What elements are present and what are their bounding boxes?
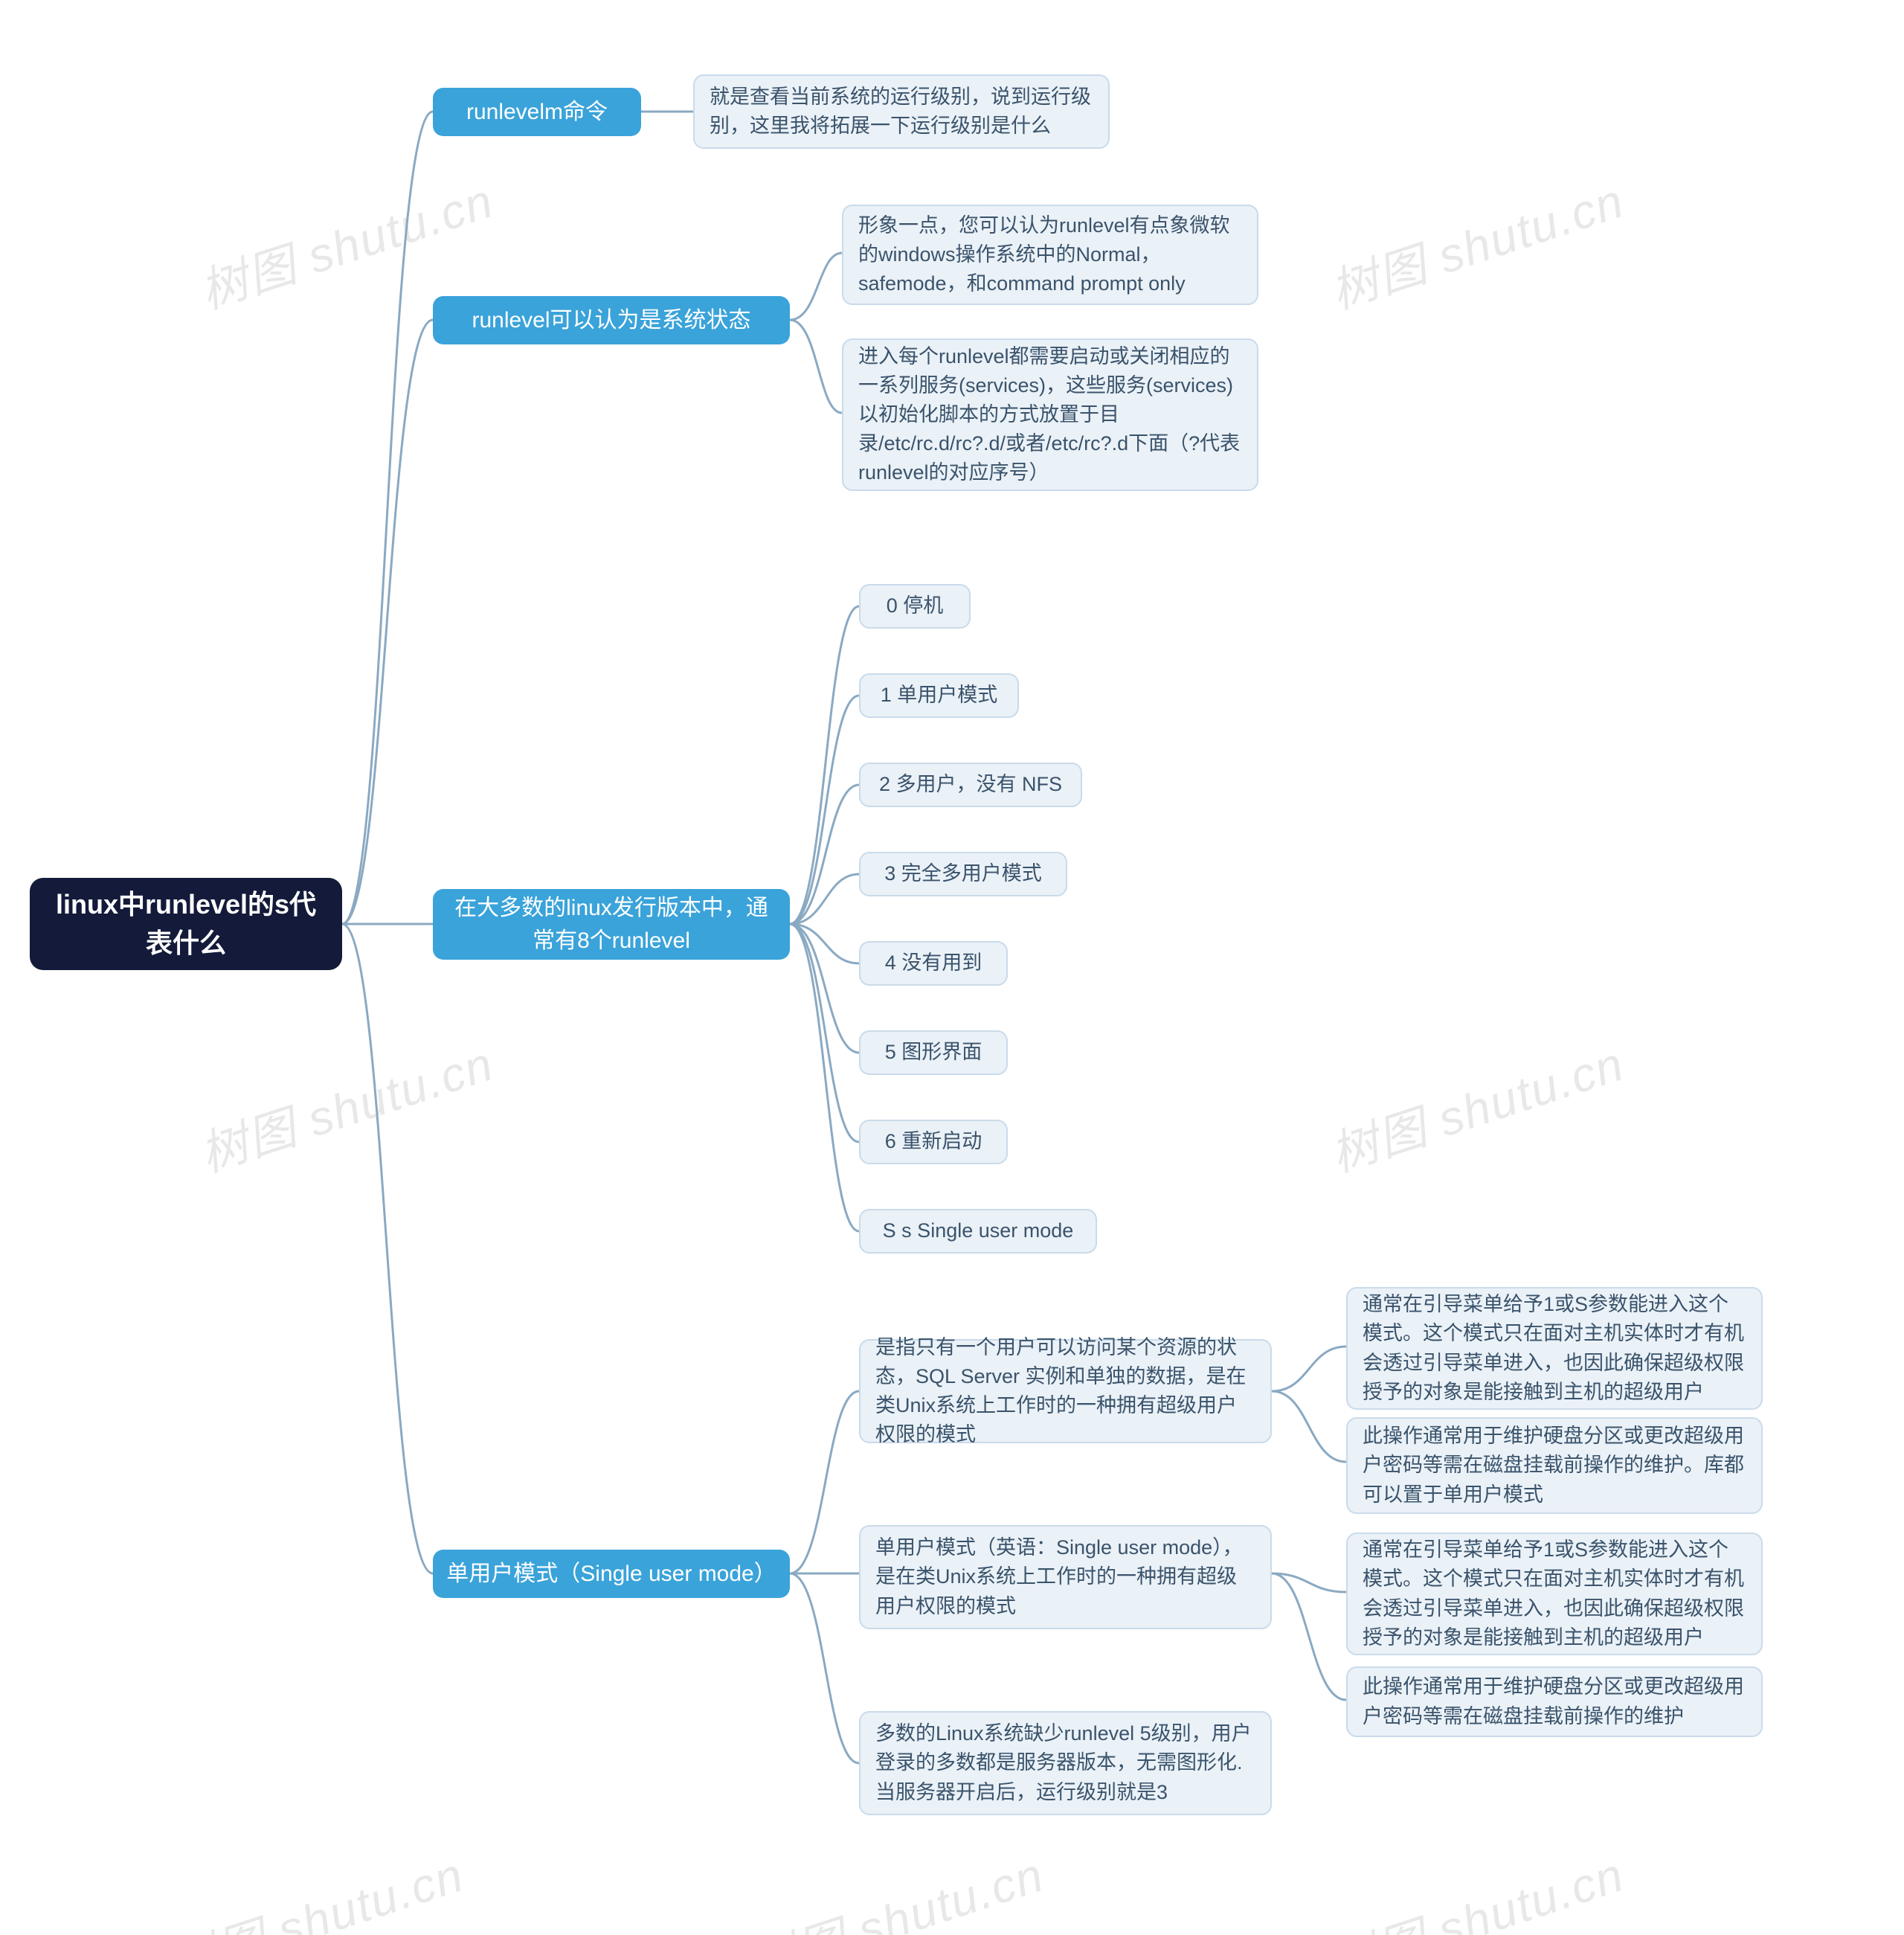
leaf-sum-unix-boot: 通常在引导菜单给予1或S参数能进入这个模式。这个模式只在面对主机实体时才有机会透… bbox=[1346, 1533, 1763, 1655]
leaf-state-services: 进入每个runlevel都需要启动或关闭相应的一系列服务(services)，这… bbox=[842, 338, 1258, 491]
leaf-rls: S s Single user mode bbox=[859, 1209, 1097, 1254]
root-node[interactable]: linux中runlevel的s代表什么 bbox=[30, 878, 342, 970]
watermark: 树图 shutu.cn bbox=[161, 1837, 472, 1935]
branch-8-runlevels[interactable]: 在大多数的linux发行版本中，通常有8个runlevel bbox=[433, 889, 790, 960]
watermark: 树图 shutu.cn bbox=[741, 1837, 1052, 1935]
leaf-rl0: 0 停机 bbox=[859, 584, 971, 629]
watermark: 树图 shutu.cn bbox=[1321, 1837, 1632, 1935]
mindmap-canvas: 树图 shutu.cn 树图 shutu.cn 树图 shutu.cn 树图 s… bbox=[0, 0, 1904, 1935]
branch-runlevel-state[interactable]: runlevel可以认为是系统状态 bbox=[433, 296, 790, 344]
watermark: 树图 shutu.cn bbox=[1321, 163, 1632, 322]
leaf-sum-sql: 是指只有一个用户可以访问某个资源的状态，SQL Server 实例和单独的数据，… bbox=[859, 1339, 1272, 1443]
leaf-rl1: 1 单用户模式 bbox=[859, 673, 1019, 718]
branch-single-user-mode[interactable]: 单用户模式（Single user mode） bbox=[433, 1550, 790, 1598]
leaf-sum-unix: 单用户模式（英语：Single user mode），是在类Unix系统上工作时… bbox=[859, 1525, 1272, 1629]
leaf-rl3: 3 完全多用户模式 bbox=[859, 852, 1067, 896]
watermark: 树图 shutu.cn bbox=[1321, 1026, 1632, 1185]
leaf-sum-rl5: 多数的Linux系统缺少runlevel 5级别，用户登录的多数都是服务器版本，… bbox=[859, 1711, 1272, 1815]
leaf-sum-sql-maint: 此操作通常用于维护硬盘分区或更改超级用户密码等需在磁盘挂载前操作的维护。库都可以… bbox=[1346, 1417, 1763, 1514]
leaf-sum-unix-maint: 此操作通常用于维护硬盘分区或更改超级用户密码等需在磁盘挂载前操作的维护 bbox=[1346, 1666, 1763, 1737]
leaf-state-windows: 形象一点，您可以认为runlevel有点象微软的windows操作系统中的Nor… bbox=[842, 205, 1258, 305]
watermark: 树图 shutu.cn bbox=[190, 1026, 501, 1185]
leaf-rl5: 5 图形界面 bbox=[859, 1030, 1008, 1075]
leaf-sum-sql-boot: 通常在引导菜单给予1或S参数能进入这个模式。这个模式只在面对主机实体时才有机会透… bbox=[1346, 1287, 1763, 1410]
leaf-rl6: 6 重新启动 bbox=[859, 1120, 1008, 1164]
leaf-rl4: 4 没有用到 bbox=[859, 941, 1008, 986]
leaf-runlevelm-desc: 就是查看当前系统的运行级别，说到运行级别，这里我将拓展一下运行级别是什么 bbox=[693, 74, 1110, 149]
branch-runlevelm[interactable]: runlevelm命令 bbox=[433, 88, 641, 136]
leaf-rl2: 2 多用户，没有 NFS bbox=[859, 763, 1082, 807]
